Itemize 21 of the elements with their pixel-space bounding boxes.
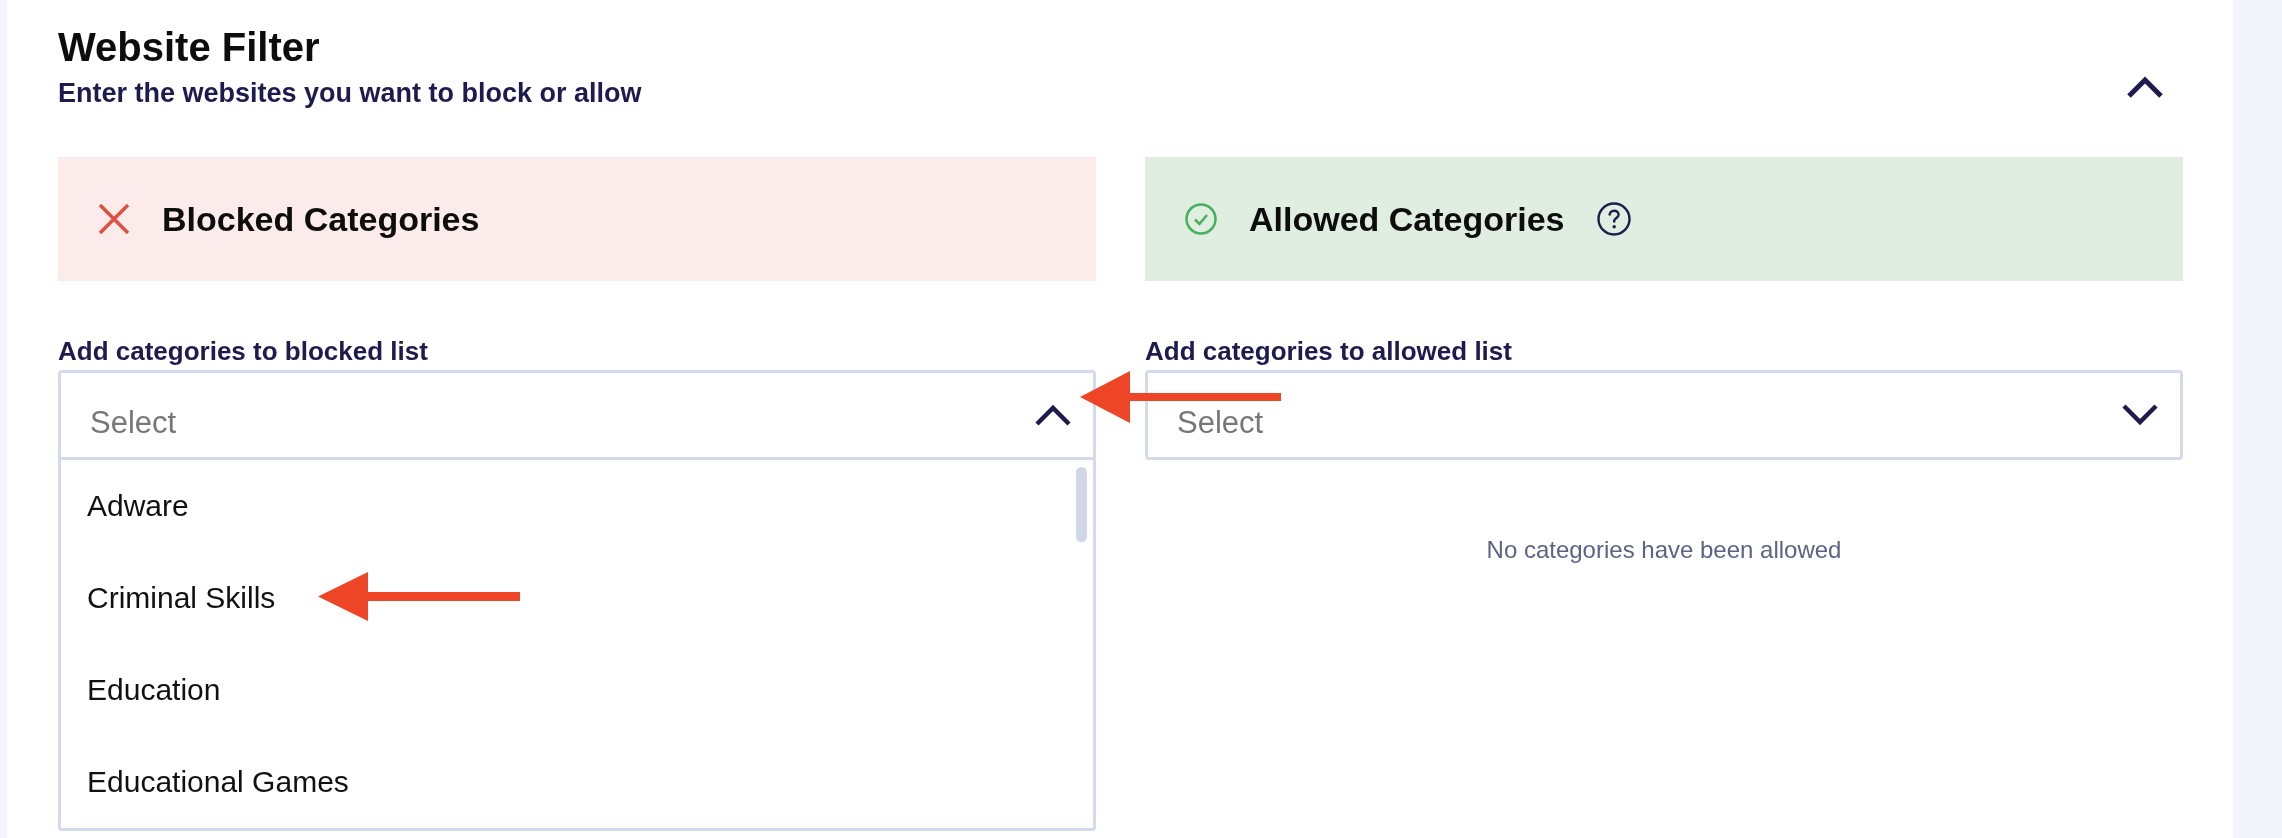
cross-icon — [98, 203, 130, 235]
help-icon[interactable] — [1596, 202, 1631, 236]
chevron-up-icon — [1035, 404, 1071, 426]
category-dropdown[interactable]: Select — [58, 370, 1096, 460]
category-option[interactable]: Education — [61, 644, 1076, 736]
field-label: Add categories to blocked list — [58, 335, 429, 368]
category-option[interactable]: Educational Games — [61, 736, 1076, 828]
category-option[interactable]: Criminal Skills — [61, 552, 1076, 644]
chevron-down-icon — [2122, 404, 2158, 426]
section-title: Website Filter — [58, 24, 321, 71]
field-label: Add categories to allowed list — [1145, 335, 1513, 368]
banner-heading: Blocked Categories — [162, 199, 480, 240]
section-subtitle: Enter the websites you want to block or allow — [58, 77, 642, 110]
check-circle-icon — [1185, 203, 1217, 235]
category-dropdown[interactable]: Select — [1145, 370, 2183, 460]
banner-heading: Allowed Categories — [1249, 199, 1565, 240]
chevron-up-icon — [2127, 76, 2163, 98]
empty-message: No categories have been allowed — [1485, 535, 1843, 565]
category-option[interactable]: Adware — [61, 460, 1076, 552]
scrollbar-thumb[interactable] — [1076, 467, 1087, 542]
collapse-button[interactable] — [2127, 76, 2163, 98]
